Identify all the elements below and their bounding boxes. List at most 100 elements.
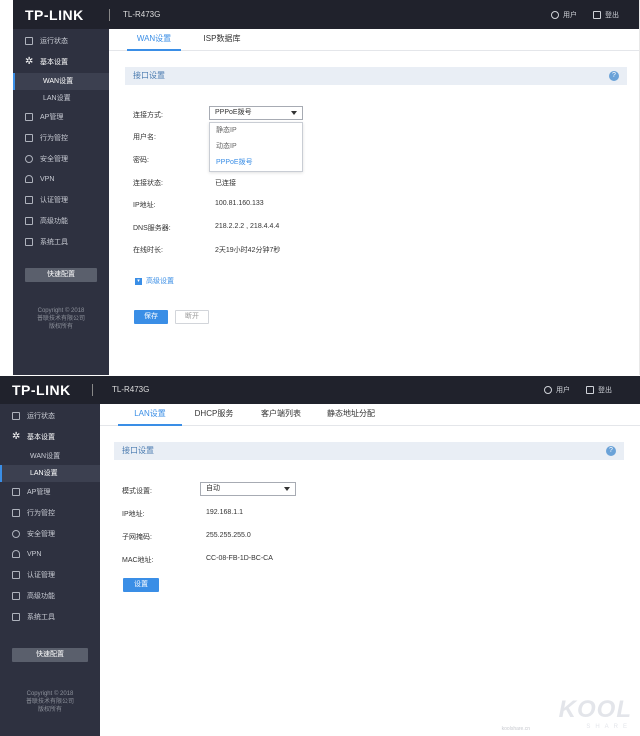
option-dynamic-ip[interactable]: 动态IP: [210, 139, 302, 155]
top-bar: TP-LINK TL-R473G 用户 登出: [0, 376, 640, 404]
status-icon: [12, 412, 20, 421]
sidebar-item-status[interactable]: 运行状态: [13, 31, 109, 52]
ap-icon: [12, 487, 20, 496]
user-actions: 用户 登出: [551, 10, 619, 20]
logo: TP-LINK: [12, 382, 71, 398]
wan-settings-screenshot: TP-LINK TL-R473G 用户 登出 运行状态 ✲ 基本设置 WAN设置 …: [13, 0, 640, 375]
watermark: KOOL SHARE: [559, 696, 632, 730]
ip-value: 100.81.160.133: [215, 200, 264, 207]
sidebar-item-security[interactable]: 安全管理: [13, 148, 109, 169]
password-label: 密码:: [133, 157, 149, 164]
model-name: TL-R473G: [123, 10, 161, 19]
uptime-value: 2天19小时42分钟7秒: [215, 247, 281, 254]
sidebar-item-vpn[interactable]: VPN: [0, 544, 100, 565]
option-static-ip[interactable]: 静态IP: [210, 123, 302, 139]
expand-icon: ▾: [135, 277, 142, 285]
tools-icon: [12, 612, 20, 621]
sidebar-item-ap[interactable]: AP管理: [13, 107, 109, 128]
connection-type-select[interactable]: PPPoE拨号: [209, 106, 303, 120]
ip-label: IP地址:: [122, 511, 145, 518]
divider: [92, 384, 93, 396]
tools-icon: [25, 237, 33, 246]
sidebar-item-tools[interactable]: 系统工具: [13, 231, 109, 252]
logout-link[interactable]: 登出: [605, 10, 619, 20]
user-link[interactable]: 用户: [556, 385, 570, 395]
sidebar: 运行状态 ✲ 基本设置 WAN设置 LAN设置 AP管理 行为管控 安全管理 VP…: [13, 29, 109, 375]
grid-icon: [12, 591, 20, 600]
disconnect-button[interactable]: 断开: [175, 310, 209, 324]
sidebar-item-behavior[interactable]: 行为管控: [13, 127, 109, 148]
sidebar-item-basic-settings[interactable]: ✲ 基本设置: [13, 52, 109, 73]
gear-icon: ✲: [25, 56, 34, 68]
quick-config-button[interactable]: 快速配置: [25, 268, 97, 282]
tab-isp-database[interactable]: ISP数据库: [195, 29, 249, 51]
sidebar-item-behavior[interactable]: 行为管控: [0, 502, 100, 523]
sidebar-subitem-lan[interactable]: LAN设置: [13, 90, 109, 107]
mode-select[interactable]: 自动: [200, 482, 296, 496]
mode-label: 模式设置:: [122, 488, 152, 495]
user-icon[interactable]: [551, 11, 559, 19]
sidebar-subitem-lan[interactable]: LAN设置: [0, 464, 100, 482]
gear-icon: ✲: [12, 431, 21, 443]
tab-bar: LAN设置 DHCP服务 客户端列表 静态地址分配: [100, 404, 640, 426]
tab-dhcp[interactable]: DHCP服务: [188, 404, 240, 426]
auth-icon: [25, 196, 33, 205]
logout-icon[interactable]: [586, 386, 594, 394]
cloud-icon: [12, 550, 20, 559]
auth-icon: [12, 571, 20, 580]
dns-value: 218.2.2.2 , 218.4.4.4: [215, 223, 280, 230]
ip-label: IP地址:: [133, 202, 156, 209]
copyright: Copyright © 2018 普联技术有限公司 版权所有: [25, 691, 74, 713]
cloud-icon: [25, 175, 33, 184]
status-label: 连接状态:: [133, 180, 163, 187]
save-button[interactable]: 保存: [134, 310, 168, 324]
logout-icon[interactable]: [593, 11, 601, 19]
sidebar-item-security[interactable]: 安全管理: [0, 523, 100, 544]
sidebar-item-vpn[interactable]: VPN: [13, 169, 109, 190]
tab-client-list[interactable]: 客户端列表: [254, 404, 308, 426]
watermark-sub: SHARE: [586, 724, 632, 730]
settings-button[interactable]: 设置: [123, 578, 159, 592]
sidebar-item-advanced[interactable]: 高级功能: [0, 586, 100, 607]
watermark-url: koolshare.cn: [501, 726, 530, 732]
sidebar-item-ap[interactable]: AP管理: [0, 482, 100, 503]
section-header: 接口设置 ?: [114, 442, 624, 460]
uptime-label: 在线时长:: [133, 247, 163, 254]
help-icon[interactable]: ?: [606, 446, 616, 456]
tab-wan[interactable]: WAN设置: [127, 29, 181, 51]
tab-lan[interactable]: LAN设置: [118, 404, 182, 426]
sidebar-item-basic-settings[interactable]: ✲ 基本设置: [0, 427, 100, 448]
lan-settings-screenshot: TP-LINK TL-R473G 用户 登出 运行状态 ✲ 基本设置 WAN设置 …: [0, 376, 640, 736]
status-icon: [25, 37, 33, 46]
grid-icon: [25, 216, 33, 225]
watermark-brand: KOOL: [558, 696, 632, 723]
main-content: WAN设置 ISP数据库 接口设置 ? 连接方式: PPPoE拨号 静态IP 动…: [109, 29, 639, 375]
sidebar-subitem-wan[interactable]: WAN设置: [0, 448, 100, 465]
sidebar-item-advanced[interactable]: 高级功能: [13, 211, 109, 232]
shield-icon: [25, 154, 33, 163]
quick-config-button[interactable]: 快速配置: [12, 648, 88, 662]
mac-label: MAC地址:: [122, 557, 154, 564]
subnet-mask-label: 子网掩码:: [122, 534, 152, 541]
chevron-down-icon: [291, 111, 297, 115]
copyright: Copyright © 2018 普联技术有限公司 版权所有: [36, 308, 85, 330]
tab-bar: WAN设置 ISP数据库: [109, 29, 639, 51]
main-content: LAN设置 DHCP服务 客户端列表 静态地址分配 接口设置 ? 模式设置: 自…: [100, 404, 640, 736]
subnet-mask-value: 255.255.255.0: [206, 532, 251, 539]
sidebar: 运行状态 ✲ 基本设置 WAN设置 LAN设置 AP管理 行为管控 安全管理 VP…: [0, 404, 100, 736]
sidebar-subitem-wan[interactable]: WAN设置: [13, 72, 109, 90]
ip-value: 192.168.1.1: [206, 509, 243, 516]
advanced-settings-toggle[interactable]: ▾ 高级设置: [135, 276, 174, 286]
sidebar-item-auth[interactable]: 认证管理: [0, 565, 100, 586]
mac-value: CC-08-FB-1D-BC-CA: [206, 555, 273, 562]
user-icon[interactable]: [544, 386, 552, 394]
option-pppoe[interactable]: PPPoE拨号: [210, 155, 302, 171]
user-link[interactable]: 用户: [563, 10, 577, 20]
logout-link[interactable]: 登出: [598, 385, 612, 395]
sidebar-item-auth[interactable]: 认证管理: [13, 190, 109, 211]
help-icon[interactable]: ?: [609, 71, 619, 81]
sidebar-item-status[interactable]: 运行状态: [0, 406, 100, 427]
logo: TP-LINK: [25, 7, 84, 23]
sidebar-item-tools[interactable]: 系统工具: [0, 606, 100, 627]
tab-static-address[interactable]: 静态地址分配: [318, 404, 384, 426]
